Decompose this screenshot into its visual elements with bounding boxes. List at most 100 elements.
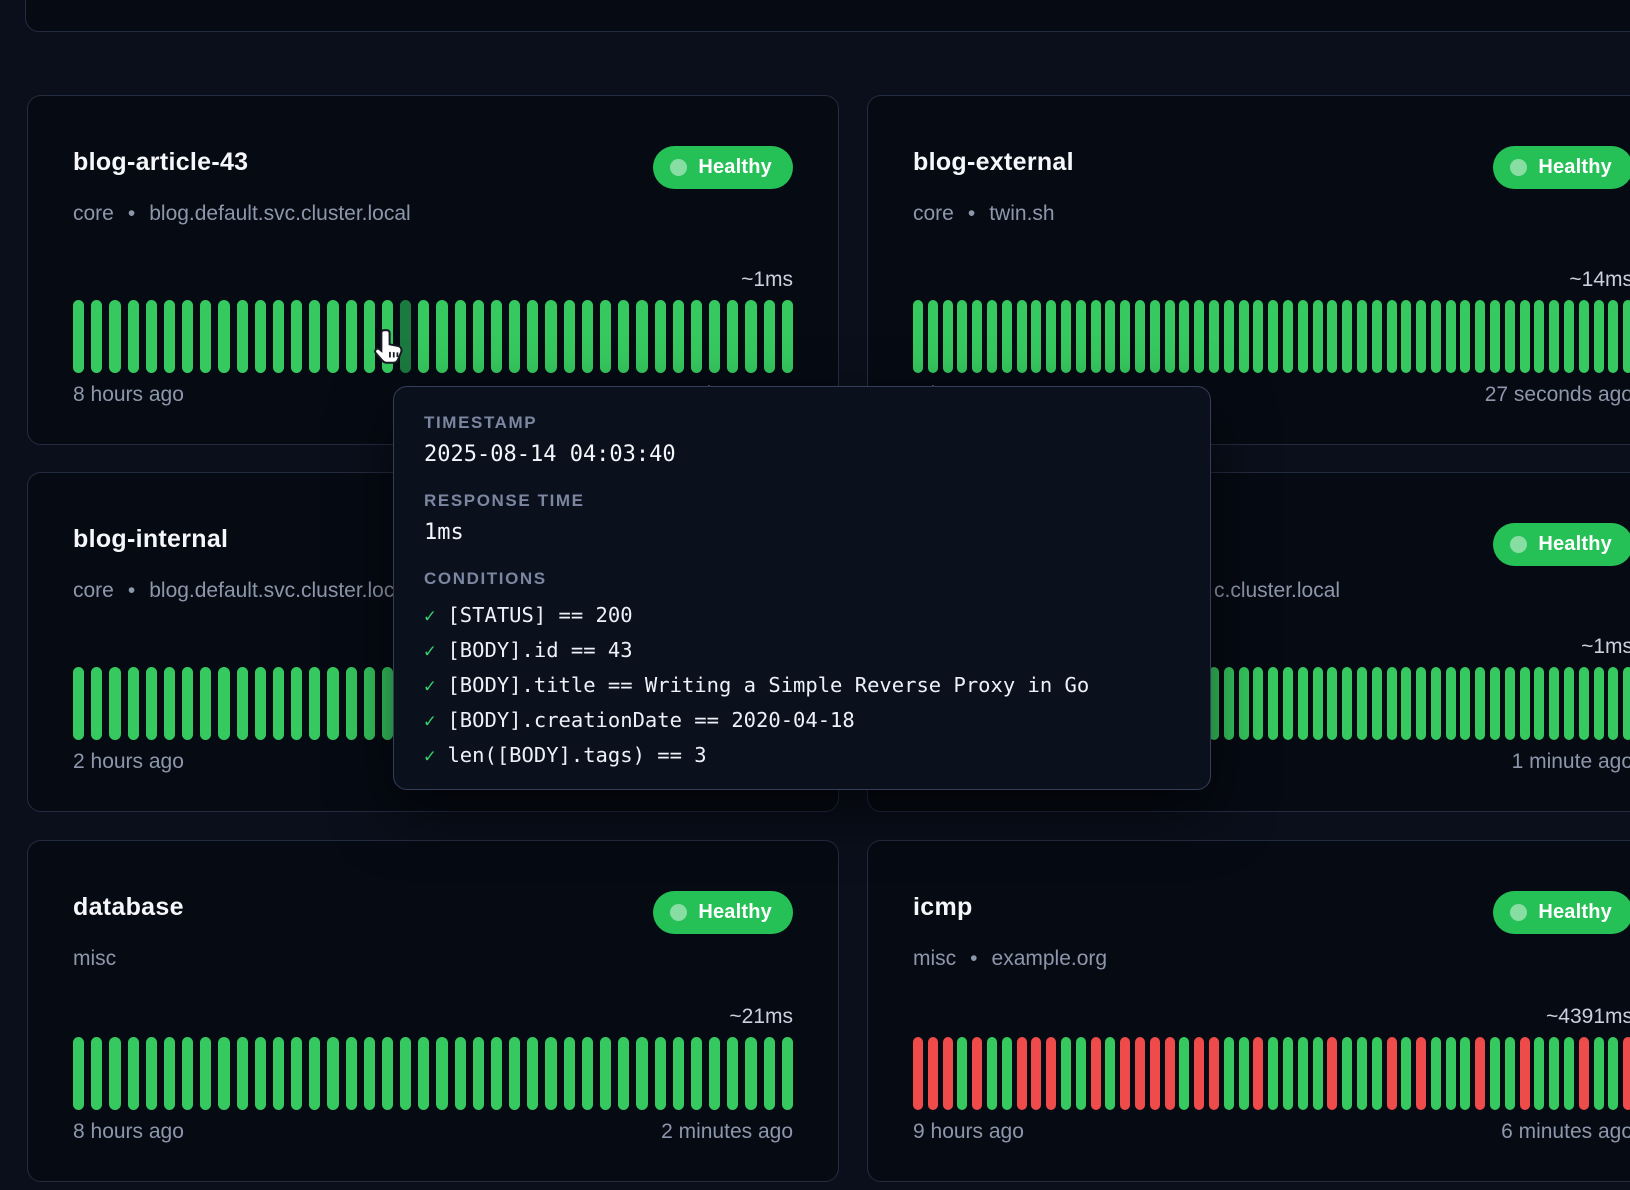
history-bar-up[interactable]	[691, 1037, 702, 1110]
history-bar-up[interactable]	[655, 1037, 666, 1110]
history-bar-up[interactable]	[1313, 1037, 1323, 1110]
history-bar-up[interactable]	[1283, 1037, 1293, 1110]
history-bar-up[interactable]	[1534, 667, 1544, 740]
history-bar-up[interactable]	[928, 300, 938, 373]
history-bar-up[interactable]	[1239, 1037, 1249, 1110]
history-bar-up[interactable]	[327, 667, 338, 740]
history-bar-up[interactable]	[237, 667, 248, 740]
history-bar-up[interactable]	[600, 300, 611, 373]
history-bar-up[interactable]	[913, 300, 923, 373]
history-bar-up[interactable]	[255, 667, 266, 740]
history-bar-up[interactable]	[1194, 300, 1204, 373]
history-bar-up[interactable]	[1460, 300, 1470, 373]
history-bar-up[interactable]	[745, 300, 756, 373]
history-bar-up[interactable]	[1623, 300, 1630, 373]
history-bar-up[interactable]	[1091, 300, 1101, 373]
history-bar-up[interactable]	[91, 667, 102, 740]
history-bar-down[interactable]	[1209, 1037, 1219, 1110]
history-bar-up[interactable]	[957, 300, 967, 373]
history-bar-up[interactable]	[1549, 1037, 1559, 1110]
history-bar-up[interactable]	[491, 1037, 502, 1110]
history-bar-up[interactable]	[1002, 1037, 1012, 1110]
history-bar-up[interactable]	[109, 667, 120, 740]
history-bar-up[interactable]	[673, 1037, 684, 1110]
history-bar-up[interactable]	[1534, 1037, 1544, 1110]
history-bar-down[interactable]	[1327, 1037, 1337, 1110]
history-bar-up[interactable]	[545, 300, 556, 373]
history-bar-down[interactable]	[1194, 1037, 1204, 1110]
history-bar-down[interactable]	[1046, 1037, 1056, 1110]
history-bar-up[interactable]	[73, 1037, 84, 1110]
history-bar-down[interactable]	[928, 1037, 938, 1110]
history-bar-up[interactable]	[200, 300, 211, 373]
history-bar-up[interactable]	[164, 667, 175, 740]
history-bar-down[interactable]	[1579, 1037, 1589, 1110]
history-bar-up[interactable]	[1549, 667, 1559, 740]
history-bar-up[interactable]	[727, 300, 738, 373]
history-bar-up[interactable]	[418, 1037, 429, 1110]
history-bar-up[interactable]	[1357, 667, 1367, 740]
history-bar-up[interactable]	[1283, 300, 1293, 373]
history-bar-up[interactable]	[91, 1037, 102, 1110]
history-bar-up[interactable]	[146, 300, 157, 373]
history-bar-up[interactable]	[618, 300, 629, 373]
history-bar-up[interactable]	[1387, 300, 1397, 373]
history-bar-up[interactable]	[1165, 300, 1175, 373]
history-bar-up[interactable]	[1357, 1037, 1367, 1110]
history-bar-up[interactable]	[200, 667, 211, 740]
history-bar-up[interactable]	[957, 1037, 967, 1110]
previous-card-partial[interactable]	[25, 0, 1630, 32]
history-bar-up[interactable]	[1268, 1037, 1278, 1110]
history-bar-up[interactable]	[1046, 300, 1056, 373]
history-bar-up[interactable]	[255, 1037, 266, 1110]
history-bar-up[interactable]	[1416, 300, 1426, 373]
history-bar-up[interactable]	[182, 1037, 193, 1110]
history-bar-up[interactable]	[473, 1037, 484, 1110]
history-bar-up[interactable]	[273, 1037, 284, 1110]
history-bar-up[interactable]	[1579, 667, 1589, 740]
history-bar-down[interactable]	[1031, 1037, 1041, 1110]
history-bar-down[interactable]	[1623, 1037, 1630, 1110]
history-bar-up[interactable]	[473, 300, 484, 373]
history-bar-up[interactable]	[1460, 1037, 1470, 1110]
history-bar-up[interactable]	[400, 1037, 411, 1110]
history-bar-up[interactable]	[782, 1037, 793, 1110]
history-bar-up[interactable]	[1268, 300, 1278, 373]
endpoint-card-icmp[interactable]: icmp Healthy misc • example.org ~4391ms …	[867, 840, 1630, 1182]
history-bar-up[interactable]	[509, 300, 520, 373]
history-bar-up[interactable]	[673, 300, 684, 373]
history-bar-down[interactable]	[1520, 1037, 1530, 1110]
history-bar-up[interactable]	[128, 300, 139, 373]
history-bar-down[interactable]	[1150, 1037, 1160, 1110]
history-bar-up[interactable]	[1520, 300, 1530, 373]
history-bar-up[interactable]	[327, 1037, 338, 1110]
history-bar-up[interactable]	[1505, 300, 1515, 373]
history-bar-up[interactable]	[1239, 667, 1249, 740]
history-bar-up[interactable]	[237, 1037, 248, 1110]
history-bar-up[interactable]	[164, 1037, 175, 1110]
history-bar-up[interactable]	[1105, 300, 1115, 373]
history-bar-up[interactable]	[109, 300, 120, 373]
history-bar-up[interactable]	[1490, 1037, 1500, 1110]
history-bar-up[interactable]	[1076, 1037, 1086, 1110]
history-bar-up[interactable]	[1431, 667, 1441, 740]
history-bar-up[interactable]	[1342, 1037, 1352, 1110]
history-bar-up[interactable]	[600, 1037, 611, 1110]
history-bar-up[interactable]	[1623, 667, 1630, 740]
history-bar-up[interactable]	[346, 300, 357, 373]
history-bar-up[interactable]	[73, 300, 84, 373]
history-bar-up[interactable]	[1446, 667, 1456, 740]
history-bar-up[interactable]	[1209, 300, 1219, 373]
history-bar-up[interactable]	[1179, 300, 1189, 373]
history-bar-up[interactable]	[1401, 667, 1411, 740]
history-bar-up[interactable]	[109, 1037, 120, 1110]
history-bar-up[interactable]	[1594, 667, 1604, 740]
history-bar-up[interactable]	[164, 300, 175, 373]
history-bar-up[interactable]	[182, 300, 193, 373]
history-bar-up[interactable]	[1372, 667, 1382, 740]
history-bar-up[interactable]	[1475, 300, 1485, 373]
history-bar-up[interactable]	[237, 300, 248, 373]
history-bar-up[interactable]	[1327, 667, 1337, 740]
history-bar-up[interactable]	[764, 1037, 775, 1110]
history-bar-up[interactable]	[382, 667, 393, 740]
